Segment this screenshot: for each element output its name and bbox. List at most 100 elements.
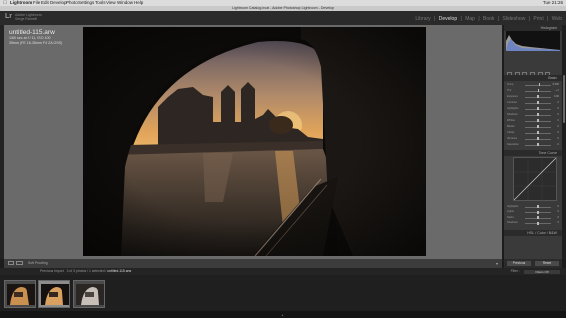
- slider-row[interactable]: Blacks 0: [507, 125, 559, 129]
- slider-row[interactable]: Exposure 0.00: [507, 95, 559, 99]
- slider-value[interactable]: 0.00: [554, 95, 559, 98]
- photo-preview[interactable]: [83, 27, 426, 256]
- info-lens: 35mm (FE 16-35mm F4 ZA OSS): [9, 40, 63, 45]
- slider-knob[interactable]: [537, 210, 539, 214]
- slider-value[interactable]: 0: [558, 205, 559, 208]
- before-after-icon[interactable]: [16, 261, 23, 265]
- filmstrip-selected-file: untitled-115.arw: [107, 269, 132, 273]
- slider-row[interactable]: Saturation 0: [507, 143, 559, 147]
- soft-proofing-checkbox[interactable]: Soft Proofing: [28, 260, 48, 267]
- filmstrip-thumbnail[interactable]: [4, 280, 36, 308]
- slider-row[interactable]: Shadows 0: [507, 221, 559, 226]
- image-info-overlay: untitled-115.arw 1/60 sec at f / 11, ISO…: [9, 29, 62, 45]
- module-web[interactable]: Web: [552, 16, 562, 22]
- slider-knob[interactable]: [537, 107, 539, 111]
- scrollbar-thumb[interactable]: [563, 75, 565, 123]
- bottom-panel-toggle[interactable]: ▲: [0, 311, 566, 318]
- slider-value[interactable]: 0: [558, 143, 559, 146]
- slider-value[interactable]: 0: [558, 125, 559, 128]
- bottom-right-buttons: Previous Reset: [504, 259, 562, 268]
- slider-value[interactable]: 0: [558, 107, 559, 110]
- slider-row[interactable]: Vibrance 0: [507, 137, 559, 141]
- slider-value[interactable]: 0: [558, 137, 559, 140]
- slider-knob[interactable]: [537, 89, 540, 93]
- slider-knob[interactable]: [537, 101, 539, 105]
- loupe-view-icon[interactable]: [8, 261, 14, 265]
- slider-row[interactable]: Highlights 0: [507, 205, 559, 209]
- slider-knob[interactable]: [537, 125, 539, 129]
- filmstrip-count: 3 of 3 photos / 1 selected /: [66, 269, 107, 273]
- tone-curve-header[interactable]: Tone Curve: [504, 150, 562, 156]
- collapse-arrow-icon[interactable]: ▲: [281, 313, 284, 317]
- slider-label: Contrast: [507, 100, 517, 104]
- slider-knob[interactable]: [537, 205, 539, 209]
- slider-value[interactable]: 0: [558, 119, 559, 122]
- hsl-panel-header[interactable]: HSL / Color / B&W: [504, 230, 562, 236]
- slider-knob[interactable]: [537, 131, 539, 135]
- slider-label: Clarity: [507, 130, 515, 134]
- slider-knob[interactable]: [537, 216, 539, 220]
- slider-knob[interactable]: [537, 221, 539, 225]
- slider-label: Blacks: [507, 124, 515, 128]
- slider-label: Lights: [507, 210, 514, 213]
- slider-value[interactable]: 0: [558, 216, 559, 219]
- right-panel: Histogram Basic Temp 5,500 Tint + 2 Exposure…: [504, 25, 562, 283]
- module-print[interactable]: Print: [533, 16, 543, 22]
- slider-label: Shadows: [507, 221, 518, 224]
- slider-row[interactable]: Whites 0: [507, 119, 559, 123]
- slider-value[interactable]: 0: [558, 101, 559, 104]
- toolbar-menu-icon[interactable]: ▾: [496, 260, 498, 267]
- right-panel-scrollbar[interactable]: [562, 25, 566, 259]
- module-slideshow[interactable]: Slideshow: [503, 16, 526, 22]
- slider-value[interactable]: 0: [558, 113, 559, 116]
- thumbnail-image: [41, 284, 69, 305]
- tone-curve-graph[interactable]: [513, 157, 557, 201]
- slider-label: Shadows: [507, 112, 518, 116]
- slider-row[interactable]: Highlights 0: [507, 107, 559, 111]
- slider-value[interactable]: + 2: [555, 89, 559, 92]
- slider-row[interactable]: Temp 5,500: [507, 83, 559, 87]
- module-develop[interactable]: Develop: [439, 16, 457, 22]
- slider-row[interactable]: Tint + 2: [507, 89, 559, 93]
- filmstrip: [0, 275, 566, 311]
- slider-value[interactable]: 0: [558, 221, 559, 224]
- slider-knob[interactable]: [537, 137, 539, 141]
- module-library[interactable]: Library: [415, 16, 430, 22]
- previous-settings-button[interactable]: Previous: [507, 261, 531, 266]
- filmstrip-thumbnail[interactable]: [73, 280, 105, 308]
- develop-toolbar: Soft Proofing ▾: [4, 259, 502, 268]
- slider-label: Highlights: [507, 204, 519, 208]
- histogram-graph: [506, 35, 560, 51]
- slider-label: Saturation: [507, 142, 519, 146]
- slider-row[interactable]: Darks 0: [507, 216, 559, 220]
- slider-row[interactable]: Contrast 0: [507, 101, 559, 105]
- slider-row[interactable]: Clarity 0: [507, 131, 559, 135]
- photo-image: [83, 27, 426, 256]
- slider-knob[interactable]: [537, 143, 539, 147]
- info-filename: untitled-115.arw: [9, 29, 55, 36]
- slider-knob[interactable]: [537, 113, 539, 117]
- slider-knob[interactable]: [538, 83, 541, 87]
- slider-label: Whites: [507, 118, 515, 122]
- module-picker: Library | Develop | Map | Book | Slidesh…: [415, 16, 562, 22]
- identity-line-2: Serge Ramelli: [15, 17, 37, 21]
- slider-value[interactable]: 0: [558, 210, 559, 213]
- filter-select[interactable]: Filters Off: [524, 269, 560, 274]
- basic-panel-header[interactable]: Basic: [504, 75, 562, 81]
- slider-knob[interactable]: [537, 95, 539, 99]
- histogram: [506, 31, 560, 51]
- reset-settings-button[interactable]: Reset: [535, 261, 559, 266]
- filmstrip-breadcrumb[interactable]: Previous Import 3 of 3 photos / 1 select…: [40, 268, 131, 275]
- filmstrip-source[interactable]: Previous Import: [40, 269, 64, 273]
- module-map[interactable]: Map: [465, 16, 475, 22]
- slider-row[interactable]: Lights 0: [507, 210, 559, 215]
- slider-value[interactable]: 0: [558, 131, 559, 134]
- slider-row[interactable]: Shadows 0: [507, 113, 559, 117]
- slider-label: Tint: [507, 88, 512, 92]
- module-book[interactable]: Book: [483, 16, 494, 22]
- filmstrip-thumbnail-selected[interactable]: [38, 280, 70, 308]
- slider-label: Vibrance: [507, 136, 518, 140]
- tone-curve-line: [513, 157, 557, 201]
- slider-value[interactable]: 5,500: [553, 83, 560, 86]
- slider-knob[interactable]: [537, 119, 539, 123]
